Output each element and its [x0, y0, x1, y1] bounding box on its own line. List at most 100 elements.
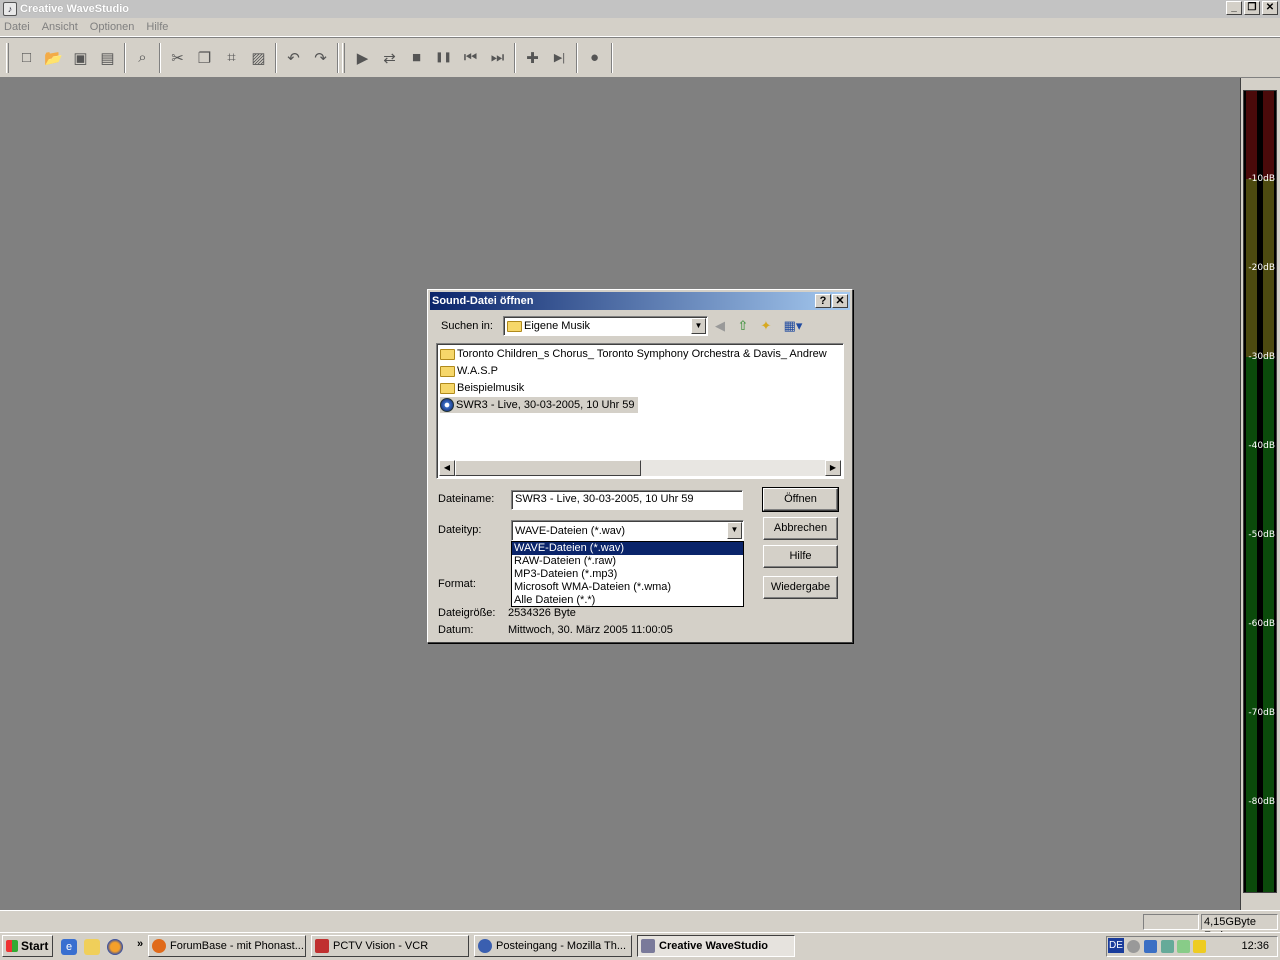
task-pctv[interactable]: PCTV Vision - VCR	[311, 935, 469, 957]
cancel-button[interactable]: Abbrechen	[763, 517, 838, 540]
close-window-button[interactable]: ✕	[1262, 1, 1278, 15]
network-icon[interactable]	[1161, 940, 1174, 953]
vu-label: -20dB	[1248, 263, 1275, 273]
help-button[interactable]: Hilfe	[763, 545, 838, 568]
redo-icon[interactable]: ↷	[307, 45, 334, 71]
menu-datei[interactable]: Datei	[4, 21, 30, 33]
security-icon[interactable]	[1193, 940, 1206, 953]
dialog-close-icon[interactable]: ✕	[832, 294, 848, 308]
pause-icon[interactable]: ❚❚	[430, 45, 457, 71]
back-icon[interactable]: ◀	[711, 318, 729, 334]
toolbar-grip[interactable]	[342, 42, 345, 73]
new-icon[interactable]: □	[13, 45, 40, 71]
file-name: Beispielmusik	[457, 382, 525, 394]
task-wavestudio[interactable]: Creative WaveStudio	[637, 935, 795, 957]
more-quicklaunch-icon[interactable]: »	[132, 936, 148, 952]
new-folder-icon[interactable]: ✦	[757, 318, 775, 334]
wave-file-icon	[440, 398, 454, 412]
vu-bar-right	[1263, 91, 1274, 892]
menu-hilfe[interactable]: Hilfe	[146, 21, 168, 33]
start-button[interactable]: Start	[2, 935, 53, 957]
window-title: Creative WaveStudio	[20, 3, 130, 15]
undo-icon[interactable]: ↶	[280, 45, 307, 71]
filetype-option[interactable]: Alle Dateien (*.*)	[512, 594, 743, 607]
toolbar: □ 📂 ▣ ▤ ⌕ ✂ ❐ ⌗ ▨ ↶ ↷ ▶ ⇄ ■ ❚❚ ⏮ ⏭ ✚ ▶| …	[0, 38, 1280, 78]
open-button[interactable]: Öffnen	[762, 487, 839, 512]
filetype-option[interactable]: Microsoft WMA-Dateien (*.wma)	[512, 581, 743, 594]
language-indicator[interactable]: DE	[1108, 938, 1124, 953]
folder-icon	[440, 365, 455, 377]
filename-input[interactable]: SWR3 - Live, 30-03-2005, 10 Uhr 59	[511, 490, 743, 510]
filetype-dropdown-list[interactable]: WAVE-Dateien (*.wav) RAW-Dateien (*.raw)…	[511, 541, 744, 607]
toolbar-separator	[159, 42, 161, 73]
list-item[interactable]: W.A.S.P	[440, 363, 501, 379]
stop-icon[interactable]: ■	[403, 45, 430, 71]
properties-icon[interactable]: ⌕	[129, 45, 156, 71]
save-all-icon[interactable]: ▤	[94, 45, 121, 71]
record-icon[interactable]: ●	[581, 45, 608, 71]
play-button[interactable]: Wiedergabe	[763, 576, 838, 599]
internet-explorer-icon[interactable]: e	[61, 939, 77, 955]
battery-icon[interactable]	[1177, 940, 1190, 953]
task-label: Posteingang - Mozilla Th...	[496, 940, 627, 952]
scrollbar-thumb[interactable]	[455, 460, 641, 476]
marker-icon[interactable]: ✚	[519, 45, 546, 71]
restore-button[interactable]: ❐	[1244, 1, 1260, 15]
list-item-selected[interactable]: SWR3 - Live, 30-03-2005, 10 Uhr 59	[440, 397, 638, 413]
open-icon[interactable]: 📂	[40, 45, 67, 71]
list-item[interactable]: Toronto Children_s Chorus_ Toronto Symph…	[440, 346, 830, 362]
firefox-icon	[152, 939, 166, 953]
filetype-option[interactable]: MP3-Dateien (*.mp3)	[512, 568, 743, 581]
filesize-label: Dateigröße:	[438, 607, 496, 619]
forward-icon[interactable]: ⏭	[484, 45, 511, 71]
volume-icon[interactable]	[1144, 940, 1157, 953]
dialog-help-icon[interactable]: ?	[815, 294, 831, 308]
filetype-label: Dateityp:	[438, 524, 482, 536]
task-thunderbird[interactable]: Posteingang - Mozilla Th...	[474, 935, 632, 957]
view-menu-icon[interactable]: ▦▾	[781, 318, 805, 334]
folder-icon	[440, 348, 455, 360]
toolbar-separator	[576, 42, 578, 73]
save-icon[interactable]: ▣	[67, 45, 94, 71]
firefox-icon[interactable]	[107, 939, 123, 955]
file-name: SWR3 - Live, 30-03-2005, 10 Uhr 59	[456, 399, 635, 411]
look-in-combo[interactable]: Eigene Musik ▼	[503, 316, 708, 336]
vu-meter	[1243, 90, 1277, 893]
up-folder-icon[interactable]: ⇧	[734, 318, 752, 334]
menu-ansicht[interactable]: Ansicht	[42, 21, 78, 33]
vu-label: -50dB	[1248, 530, 1275, 540]
date-label: Datum:	[438, 624, 474, 636]
status-bar: 4,15GByte Frei	[0, 910, 1280, 942]
scroll-right-icon[interactable]: ▶	[825, 460, 841, 476]
filetype-option-selected[interactable]: WAVE-Dateien (*.wav)	[512, 542, 743, 555]
task-label: PCTV Vision - VCR	[333, 940, 429, 952]
filesize-value: 2534326 Byte	[508, 607, 576, 619]
rewind-icon[interactable]: ⏮	[457, 45, 484, 71]
chevron-down-icon[interactable]: ▼	[727, 522, 742, 539]
menu-bar: Datei Ansicht Optionen Hilfe	[0, 18, 1280, 37]
toolbar-grip[interactable]	[6, 42, 9, 73]
folder-icon	[440, 382, 455, 394]
minimize-button[interactable]: _	[1226, 1, 1242, 15]
filetype-value: WAVE-Dateien (*.wav)	[515, 524, 626, 537]
wavestudio-icon	[641, 939, 655, 953]
copy-icon[interactable]: ❐	[191, 45, 218, 71]
crop-icon[interactable]: ⌗	[218, 45, 245, 71]
filetype-option[interactable]: RAW-Dateien (*.raw)	[512, 555, 743, 568]
chevron-down-icon[interactable]: ▼	[691, 318, 706, 334]
menu-optionen[interactable]: Optionen	[90, 21, 135, 33]
list-item[interactable]: Beispielmusik	[440, 380, 527, 396]
folder-quicklaunch-icon[interactable]	[84, 939, 100, 955]
cut-icon[interactable]: ✂	[164, 45, 191, 71]
scroll-left-icon[interactable]: ◀	[439, 460, 455, 476]
paste-icon[interactable]: ▨	[245, 45, 272, 71]
file-list[interactable]: Toronto Children_s Chorus_ Toronto Symph…	[436, 343, 844, 479]
task-forumbase[interactable]: ForumBase - mit Phonast...	[148, 935, 306, 957]
play-loop-icon[interactable]: ⇄	[376, 45, 403, 71]
next-marker-icon[interactable]: ▶|	[546, 45, 573, 71]
folder-icon	[507, 320, 522, 332]
filetype-select[interactable]: WAVE-Dateien (*.wav) ▼	[511, 520, 744, 541]
horizontal-scrollbar[interactable]: ◀ ▶	[439, 460, 841, 476]
play-icon[interactable]: ▶	[349, 45, 376, 71]
monitor-icon[interactable]	[1127, 940, 1140, 953]
